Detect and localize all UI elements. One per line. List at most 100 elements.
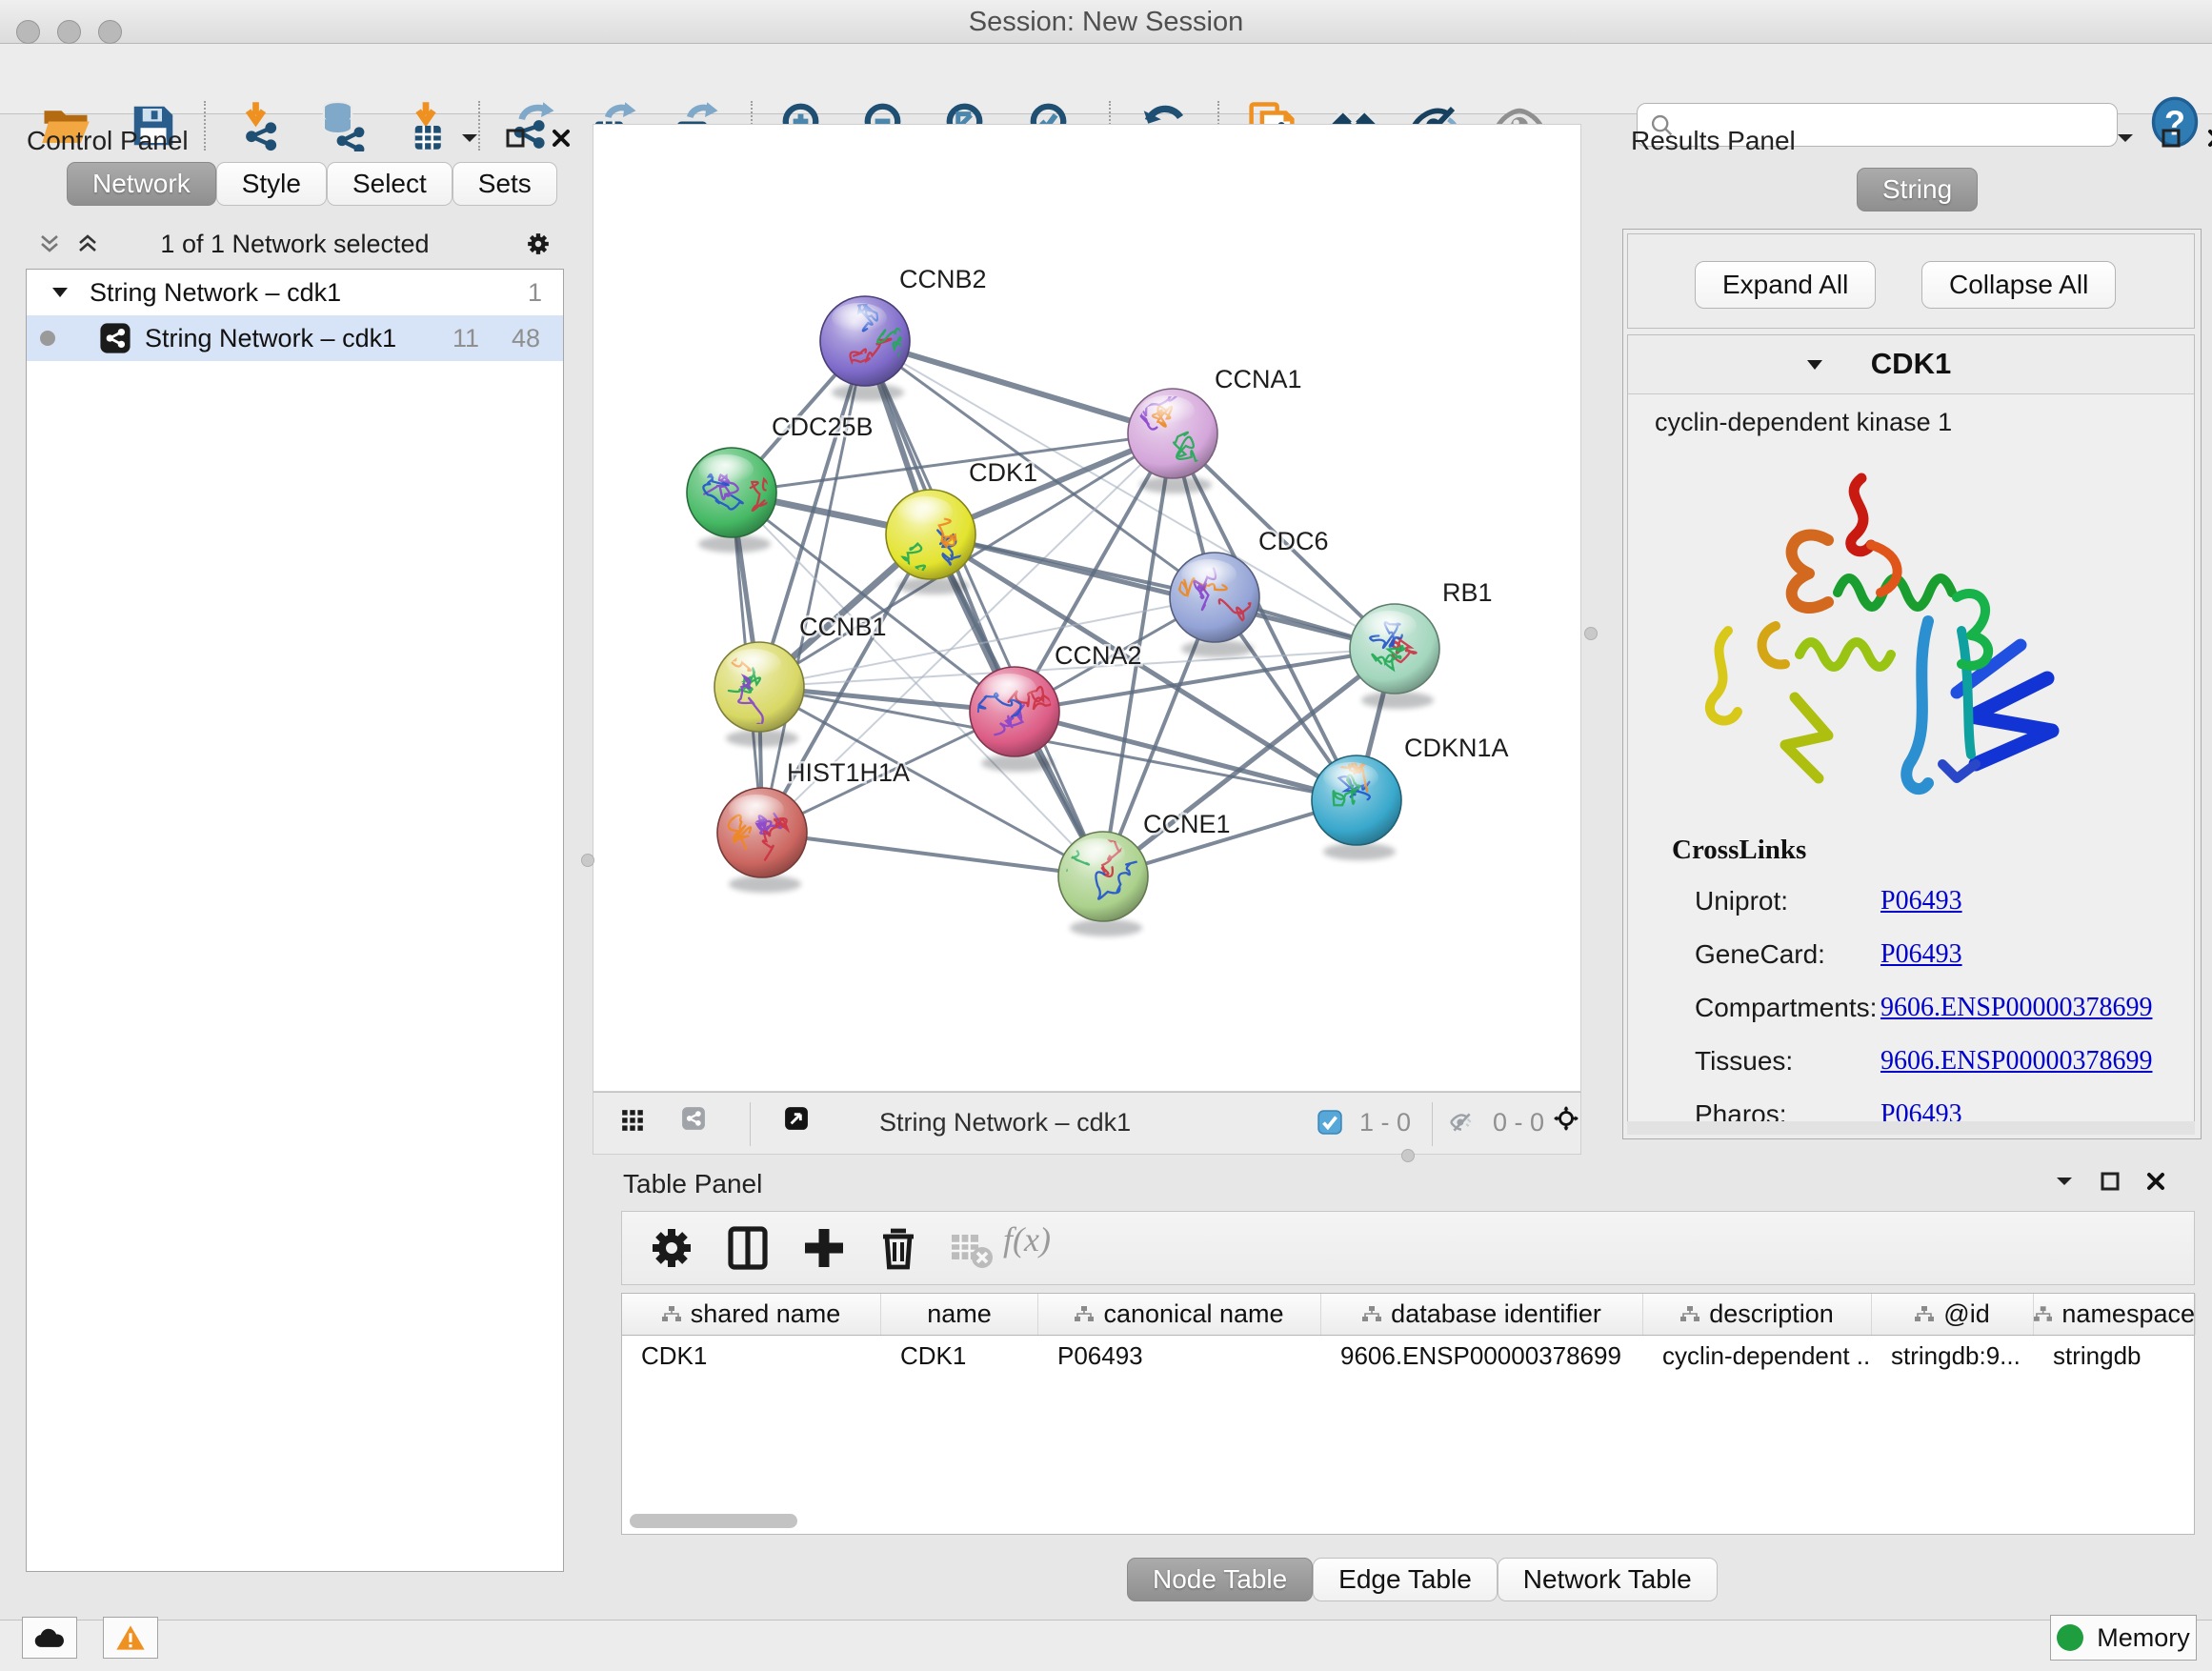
panel-close-icon[interactable] (549, 126, 573, 151)
crosslink-value-link[interactable]: P06493 (1880, 939, 1962, 970)
crosslink-value-link[interactable]: P06493 (1880, 886, 1962, 916)
network-node-CCNB1[interactable] (709, 642, 804, 747)
memory-button[interactable]: Memory (2050, 1615, 2197, 1661)
main-toolbar: ? (0, 44, 2212, 114)
tree-expand-icon[interactable] (51, 287, 69, 298)
hidden-eye-icon (1449, 1110, 1474, 1135)
h-scrollbar-thumb[interactable] (630, 1514, 797, 1528)
column-header-canonical-name[interactable]: canonical name (1038, 1294, 1321, 1335)
network-status-dot (40, 331, 55, 346)
add-column-icon[interactable] (797, 1221, 851, 1275)
column-header-description[interactable]: description (1643, 1294, 1872, 1335)
network-node-CDC25B[interactable] (687, 448, 783, 553)
table-cell[interactable]: CDK1 (622, 1336, 881, 1378)
separator (1432, 1102, 1433, 1146)
table-settings-gear-icon[interactable] (645, 1221, 698, 1275)
network-node-CDKN1A[interactable] (1312, 753, 1401, 860)
hidden-counts: 0 - 0 (1493, 1108, 1544, 1137)
selected-checkbox-icon[interactable] (1317, 1110, 1342, 1135)
panel-float-icon[interactable] (2098, 1169, 2122, 1194)
network-edge[interactable] (865, 341, 1103, 876)
tab-network-table[interactable]: Network Table (1498, 1558, 1718, 1601)
node-label: CCNE1 (1143, 810, 1231, 838)
gene-section-header[interactable]: CDK1 (1628, 335, 2194, 394)
table-cell[interactable]: stringdb (2034, 1336, 2196, 1378)
network-node-RB1[interactable] (1350, 604, 1439, 709)
network-edge-count: 48 (512, 324, 540, 353)
cloud-status-icon[interactable] (22, 1617, 77, 1659)
panel-close-icon[interactable] (2204, 126, 2212, 151)
show-columns-icon[interactable] (721, 1221, 774, 1275)
results-scrollbar[interactable] (1627, 1121, 2195, 1135)
table-tabs: Node TableEdge TableNetwork Table (1127, 1558, 1718, 1601)
node-label: RB1 (1442, 578, 1493, 607)
results-panel-title: Results Panel (1631, 126, 1796, 156)
warning-icon[interactable] (103, 1617, 158, 1659)
panel-menu-icon[interactable] (457, 126, 482, 151)
network-node-HIST1H1A[interactable] (717, 788, 807, 893)
network-options-gear-icon[interactable] (526, 232, 551, 256)
panel-menu-icon[interactable] (2113, 126, 2138, 151)
expand-all-button[interactable]: Expand All (1695, 261, 1876, 309)
status-bar: Memory (0, 1620, 2212, 1671)
crosslink-value-link[interactable]: 9606.ENSP00000378699 (1880, 1046, 2152, 1077)
tab-style[interactable]: Style (216, 162, 327, 206)
network-edge[interactable] (865, 341, 1173, 433)
function-builder-icon[interactable]: f(x) (1003, 1219, 1051, 1259)
network-edge[interactable] (762, 833, 1103, 876)
tab-select[interactable]: Select (327, 162, 452, 206)
right-splitter-handle[interactable] (1584, 627, 1598, 640)
network-badge-gray-icon[interactable] (681, 1106, 706, 1131)
grid-view-icon[interactable] (620, 1108, 645, 1133)
table-cell[interactable]: stringdb:9... (1872, 1336, 2034, 1378)
network-graph[interactable]: CCNB2CCNA1CDC25BCDK1CDC6RB1CCNB1CCNA2CDK… (593, 125, 1580, 1091)
horizontal-splitter-handle[interactable] (1401, 1149, 1415, 1162)
delete-table-icon[interactable] (944, 1221, 997, 1275)
selected-counts: 1 - 0 (1359, 1108, 1411, 1137)
table-row[interactable]: CDK1CDK1P064939606.ENSP00000378699cyclin… (622, 1336, 2194, 1378)
network-canvas[interactable]: CCNB2CCNA1CDC25BCDK1CDC6RB1CCNB1CCNA2CDK… (593, 124, 1581, 1092)
center-view-icon[interactable] (1554, 1106, 1579, 1131)
network-view-toolbar: String Network – cdk1 1 - 0 0 - 0 (593, 1092, 1581, 1155)
table-cell[interactable]: P06493 (1038, 1336, 1321, 1378)
network-node-CCNA1[interactable] (1128, 389, 1217, 493)
column-header-shared-name[interactable]: shared name (622, 1294, 881, 1335)
network-node-CCNA2[interactable] (970, 667, 1059, 772)
network-row[interactable]: String Network – cdk1 11 48 (27, 315, 563, 361)
panel-float-icon[interactable] (2159, 126, 2183, 151)
crosslink-label: Tissues: (1695, 1046, 1880, 1077)
table-cell[interactable]: CDK1 (881, 1336, 1038, 1378)
node-label: HIST1H1A (787, 758, 910, 787)
tab-edge-table[interactable]: Edge Table (1313, 1558, 1498, 1601)
left-splitter-handle[interactable] (581, 854, 594, 867)
collapse-all-button[interactable]: Collapse All (1921, 261, 2116, 309)
node-label: CDKN1A (1404, 734, 1509, 762)
panel-close-icon[interactable] (2143, 1169, 2168, 1194)
table-cell[interactable]: 9606.ENSP00000378699 (1321, 1336, 1643, 1378)
column-header-database-identifier[interactable]: database identifier (1321, 1294, 1643, 1335)
crosslink-label: Compartments: (1695, 993, 1880, 1023)
separator (750, 1102, 751, 1146)
crosslink-row: Tissues:9606.ENSP00000378699 (1695, 1035, 2152, 1088)
birds-eye-view-icon[interactable] (784, 1106, 809, 1131)
control-panel-title: Control Panel (27, 126, 189, 156)
tab-string[interactable]: String (1857, 168, 1978, 211)
column-header--id[interactable]: @id (1872, 1294, 2034, 1335)
results-panel: Results Panel String Expand All Collapse… (1600, 114, 2212, 1158)
memory-label: Memory (2097, 1623, 2190, 1653)
network-node-CDC6[interactable] (1170, 553, 1269, 657)
panel-float-icon[interactable] (503, 126, 528, 151)
table-panel: Table Panel f(x) shared nam (593, 1158, 2212, 1620)
crosslink-value-link[interactable]: 9606.ENSP00000378699 (1880, 993, 2152, 1023)
network-node-CCNB2[interactable] (820, 296, 912, 401)
table-cell[interactable]: cyclin-dependent ... (1643, 1336, 1872, 1378)
tab-network[interactable]: Network (67, 162, 216, 206)
tab-sets[interactable]: Sets (452, 162, 557, 206)
delete-column-icon[interactable] (872, 1221, 925, 1275)
column-header-namespace[interactable]: namespace (2034, 1294, 2196, 1335)
panel-menu-icon[interactable] (2052, 1169, 2077, 1194)
tab-node-table[interactable]: Node Table (1127, 1558, 1313, 1601)
network-collection-row[interactable]: String Network – cdk1 1 (27, 270, 563, 315)
crosslink-row: Compartments:9606.ENSP00000378699 (1695, 981, 2152, 1035)
column-header-name[interactable]: name (881, 1294, 1038, 1335)
